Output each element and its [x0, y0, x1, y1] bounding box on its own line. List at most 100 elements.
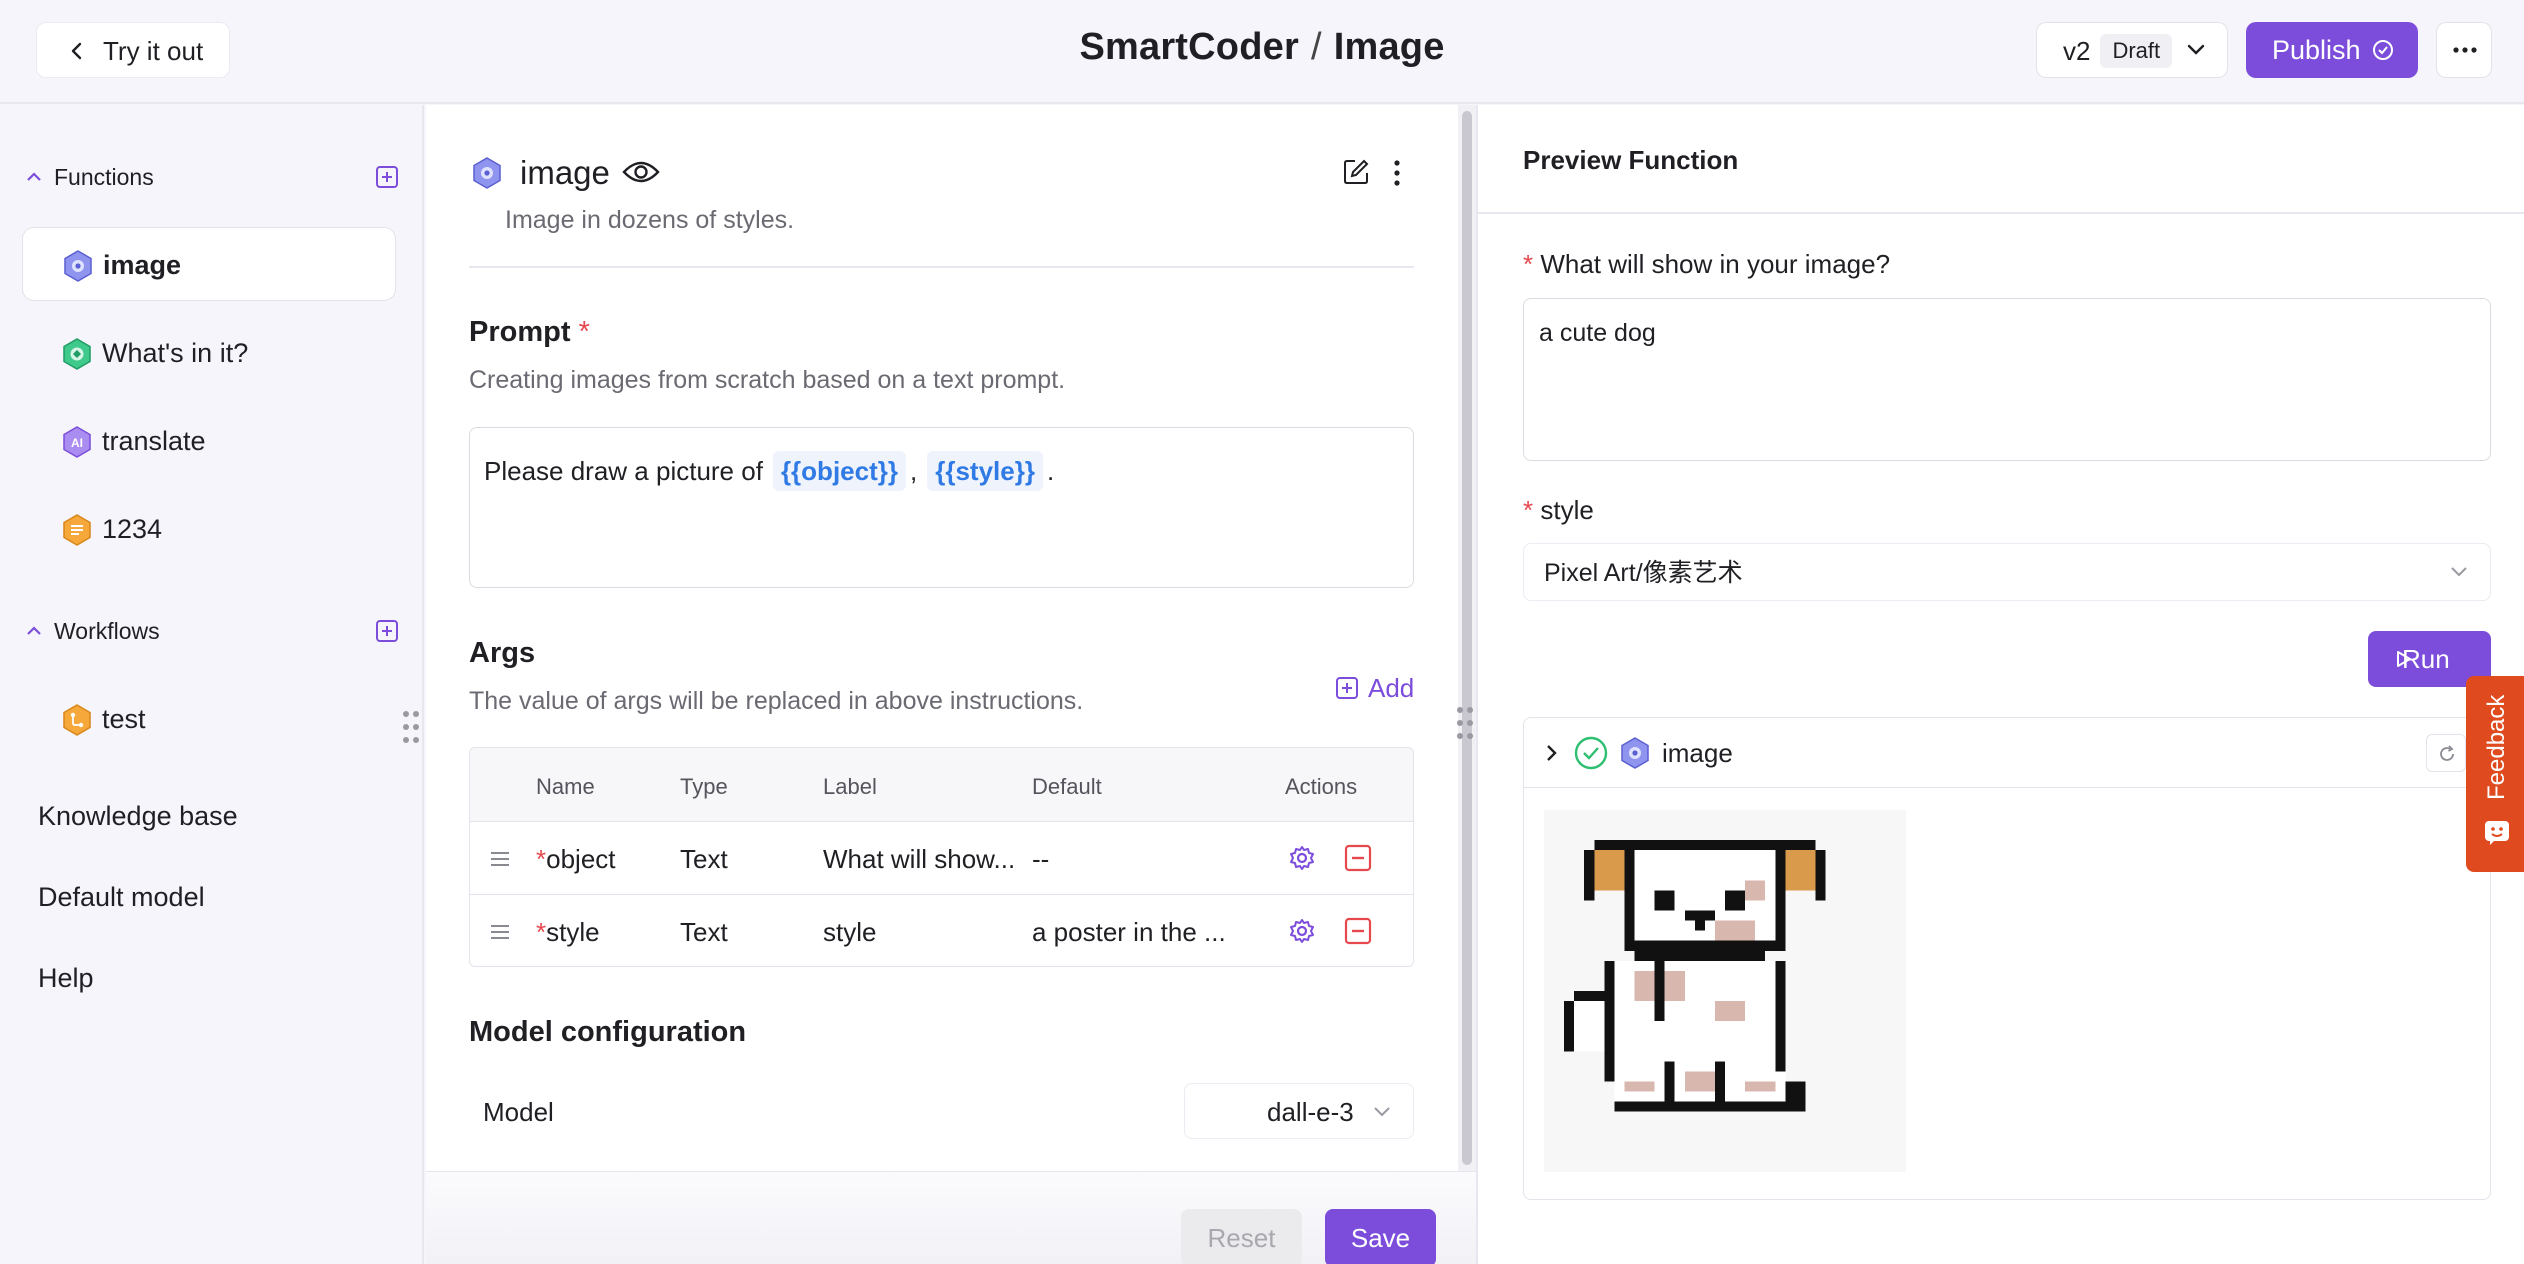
add-arg-button[interactable]: Add: [1336, 673, 1414, 704]
image-function-icon: [1621, 737, 1649, 769]
add-function-icon[interactable]: [376, 166, 398, 188]
edit-icon[interactable]: [1342, 158, 1370, 186]
object-input[interactable]: a cute dog: [1523, 298, 2491, 461]
save-button[interactable]: Save: [1325, 1209, 1436, 1264]
model-value: dall-e-3: [1267, 1097, 1354, 1127]
back-label: Try it out: [103, 36, 204, 66]
success-check-icon: [1574, 736, 1608, 770]
prompt-token-style[interactable]: {{style}}: [927, 451, 1043, 491]
style-select[interactable]: Pixel Art/像素艺术: [1523, 543, 2491, 601]
chevron-down-icon: [2451, 567, 2467, 577]
chevron-down-icon: [2187, 44, 2205, 55]
add-icon: [1336, 677, 1358, 699]
feedback-button[interactable]: Feedback: [2466, 676, 2524, 872]
preview-title: Preview Function: [1523, 145, 1739, 175]
style-field-label: * style: [1523, 495, 1594, 525]
sidebar-item-label: translate: [102, 426, 206, 456]
args-title: Args: [469, 637, 536, 669]
nav-default-model[interactable]: Default model: [38, 882, 205, 913]
publish-button[interactable]: Publish: [2246, 22, 2418, 78]
text-function-icon: [63, 514, 91, 546]
prompt-editor[interactable]: Please draw a picture of {{object}}, {{sty…: [469, 427, 1414, 588]
settings-icon[interactable]: [1288, 917, 1316, 945]
chevron-left-icon: [71, 42, 82, 60]
prompt-token-object[interactable]: {{object}}: [772, 451, 906, 491]
sidebar-item-image[interactable]: image: [22, 227, 396, 301]
sidebar-item-label: 1234: [102, 514, 163, 544]
image-function-icon: [473, 157, 501, 189]
result-card: image: [1523, 717, 2491, 1200]
args-table: Name Type Label Default Actions *object …: [469, 747, 1414, 967]
feedback-label: Feedback: [2483, 694, 2510, 800]
object-field-label: * What will show in your image?: [1523, 249, 1891, 279]
functions-section-header[interactable]: Functions: [26, 157, 398, 197]
result-name: image: [1662, 738, 1733, 768]
workflows-label: Workflows: [54, 618, 160, 644]
panel-resize-handle-icon[interactable]: [1456, 706, 1474, 740]
args-description: The value of args will be replaced in ab…: [469, 687, 1084, 715]
more-options-button[interactable]: [2436, 22, 2492, 78]
workflow-icon: [63, 704, 91, 736]
publish-label: Publish: [2272, 35, 2361, 65]
sidebar-item-whats-in-it[interactable]: What's in it?: [22, 316, 396, 390]
more-horizontal-icon: [2453, 47, 2477, 53]
prompt-end: .: [1046, 456, 1055, 486]
add-workflow-icon[interactable]: [376, 620, 398, 642]
drag-handle-icon[interactable]: [490, 925, 510, 939]
editor-footer: [426, 1171, 1476, 1264]
arg-type: Text: [680, 844, 728, 874]
arg-default: --: [1032, 844, 1050, 874]
chevron-right-icon[interactable]: [1546, 744, 1558, 762]
function-description: Image in dozens of styles.: [505, 206, 795, 234]
arg-label: style: [823, 917, 877, 947]
chevron-down-icon: [1374, 1107, 1390, 1117]
column-header: Actions: [1285, 774, 1358, 799]
nav-help[interactable]: Help: [38, 963, 94, 994]
add-label: Add: [1368, 673, 1415, 703]
column-header: Default: [1032, 774, 1102, 799]
delete-icon[interactable]: [1344, 844, 1372, 872]
model-select[interactable]: dall-e-3: [1184, 1083, 1414, 1139]
column-header: Type: [680, 774, 728, 799]
chevron-up-icon: [27, 626, 41, 635]
sidebar-item-test[interactable]: test: [22, 682, 396, 756]
arg-label: What will show...: [823, 844, 1016, 874]
nav-knowledge-base[interactable]: Knowledge base: [38, 801, 238, 832]
column-header: Label: [823, 774, 877, 799]
sidebar-item-1234[interactable]: 1234: [22, 492, 396, 566]
table-header: Name Type Label Default Actions: [470, 748, 1413, 822]
svg-text:Feedback: Feedback: [2483, 694, 2510, 800]
prompt-comma: ,: [909, 456, 918, 486]
prompt-text: Please draw a picture of: [484, 456, 763, 486]
version-select[interactable]: v2 Draft: [2036, 22, 2228, 78]
editor-scrollbar[interactable]: [1458, 105, 1476, 1171]
check-circle-icon: [2373, 40, 2393, 60]
scrollbar-thumb[interactable]: [1462, 111, 1472, 1165]
arg-name: *object: [536, 844, 616, 874]
try-it-out-button[interactable]: Try it out: [36, 22, 231, 78]
required-mark: *: [578, 316, 590, 348]
column-header: Name: [536, 774, 595, 799]
settings-icon[interactable]: [1288, 844, 1316, 872]
model-config-title: Model configuration: [469, 1016, 747, 1048]
smile-chat-icon: [2485, 821, 2509, 845]
sidebar-item-label: image: [103, 250, 182, 280]
eye-icon[interactable]: [622, 158, 660, 186]
prompt-title: Prompt *: [469, 316, 590, 349]
arg-default: a poster in the ...: [1032, 917, 1226, 947]
arg-name: *style: [536, 917, 600, 947]
function-editor: [426, 105, 1458, 1171]
drag-handle-icon[interactable]: [490, 852, 510, 866]
sidebar-item-translate[interactable]: AI translate: [22, 404, 396, 478]
functions-label: Functions: [54, 164, 154, 190]
workflows-section-header[interactable]: Workflows: [26, 611, 398, 651]
more-vertical-icon[interactable]: [1392, 160, 1402, 186]
ai-function-icon: AI: [63, 426, 91, 458]
sidebar-resize-handle-icon[interactable]: [402, 710, 420, 744]
delete-icon[interactable]: [1344, 917, 1372, 945]
generated-pixel-dog-image: [1544, 810, 1906, 1172]
reset-button[interactable]: Reset: [1181, 1209, 1302, 1264]
result-header[interactable]: image: [1524, 718, 2490, 788]
model-label: Model: [483, 1097, 554, 1127]
refresh-button[interactable]: [2426, 734, 2466, 772]
